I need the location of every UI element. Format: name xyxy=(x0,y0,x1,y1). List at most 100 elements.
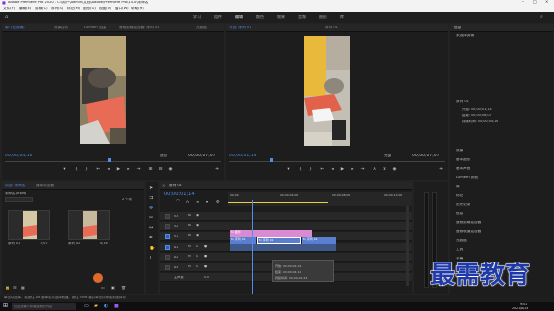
section-audio-track-mixer[interactable]: 音频轨道混合器 xyxy=(456,230,481,234)
section-captions[interactable]: 字幕 xyxy=(456,257,463,261)
track-target-toggle[interactable] xyxy=(165,265,170,270)
solo-button[interactable]: S xyxy=(196,255,198,258)
taskbar-search-box[interactable]: 在这里输入你要搜索的内容 xyxy=(12,303,76,310)
menu-edit[interactable]: 编辑(E) xyxy=(19,7,31,11)
section-essential-graphics[interactable]: 基本图形 xyxy=(456,158,470,162)
new-bin-icon[interactable]: ▭ xyxy=(101,286,105,290)
section-effects[interactable]: 效果 xyxy=(456,149,463,153)
lift-icon[interactable]: ⊼ xyxy=(372,167,377,172)
razor-tool-icon[interactable]: ✂ xyxy=(149,216,153,221)
task-view-icon[interactable]: ▭ xyxy=(84,304,89,309)
workspace-effects[interactable]: 效果 xyxy=(277,15,285,19)
program-export-frame-icon[interactable]: ◉ xyxy=(392,167,397,172)
menu-window[interactable]: 窗口(W) xyxy=(115,7,129,11)
icon-view-icon[interactable]: ▦ xyxy=(21,286,25,290)
program-playhead[interactable] xyxy=(270,158,273,162)
overwrite-icon[interactable]: ⊟ xyxy=(158,167,163,172)
mute-button[interactable]: M xyxy=(188,255,191,258)
mark-in-icon[interactable]: ▾ xyxy=(62,167,67,172)
selection-tool-icon[interactable]: ➤ xyxy=(149,186,153,191)
slip-tool-icon[interactable]: ↔ xyxy=(149,226,153,231)
program-step-forward-icon[interactable]: ▸ xyxy=(350,167,355,172)
ripple-edit-tool-icon[interactable]: ✥ xyxy=(149,206,153,211)
trash-icon[interactable]: 🗑 xyxy=(121,286,126,290)
hand-tool-icon[interactable]: ✋ xyxy=(149,246,155,251)
tab-media-browser[interactable]: 媒体浏览器 xyxy=(36,184,54,188)
go-to-in-icon[interactable]: ⇤ xyxy=(96,167,101,172)
program-add-button-icon[interactable]: + xyxy=(439,167,443,172)
section-lumetri-color[interactable]: Lumetri 颜色 xyxy=(456,176,478,180)
track-target-toggle[interactable] xyxy=(165,224,170,229)
timeline-scrollbar[interactable] xyxy=(406,206,409,286)
toggle-output-eye-icon[interactable]: ◉ xyxy=(196,214,199,218)
menu-clip[interactable]: 剪辑(C) xyxy=(35,7,48,11)
linked-selection-icon[interactable]: ∞ xyxy=(196,199,199,204)
solo-button[interactable]: S xyxy=(196,265,198,268)
program-mark-in-icon[interactable]: { xyxy=(298,167,303,172)
project-item-name[interactable]: 序列 01 xyxy=(8,242,20,245)
program-play-icon[interactable]: ▶ xyxy=(340,167,345,172)
solo-button[interactable]: S xyxy=(196,245,198,248)
go-to-out-icon[interactable]: ⇥ xyxy=(136,167,141,172)
workspace-learn[interactable]: 学习 xyxy=(193,15,201,19)
premiere-taskbar-icon[interactable]: ■ xyxy=(114,304,119,309)
step-back-icon[interactable]: ◂ xyxy=(106,167,111,172)
workspace-color[interactable]: 颜色 xyxy=(256,15,264,19)
tab-sequence[interactable]: 序列 01 xyxy=(325,26,338,30)
play-icon[interactable]: ▶ xyxy=(116,167,121,172)
clip-graphic[interactable]: fx 图形 xyxy=(230,230,312,237)
nest-icon[interactable]: ⌒ xyxy=(176,199,180,204)
workspace-libraries[interactable]: 库 xyxy=(340,15,344,19)
workspace-graphics[interactable]: 图形 xyxy=(319,15,327,19)
section-essential-sound[interactable]: 基本声音 xyxy=(456,167,470,171)
add-marker-icon[interactable]: ▾ xyxy=(286,167,291,172)
voice-over-icon[interactable]: ● xyxy=(204,245,207,249)
extract-icon[interactable]: ⊻ xyxy=(382,167,387,172)
file-explorer-icon[interactable]: ▰ xyxy=(94,304,98,309)
source-playhead[interactable] xyxy=(108,158,111,162)
section-audio-clip-mixer[interactable]: 音频剪辑混合器 xyxy=(456,221,481,225)
wrench-icon[interactable]: ⚙ xyxy=(216,199,220,204)
tab-project[interactable]: 项目: 未命名 xyxy=(5,184,25,188)
export-frame-icon[interactable]: ◉ xyxy=(168,167,173,172)
program-fit-dropdown[interactable]: 完整 xyxy=(384,154,391,158)
voice-over-icon[interactable]: ● xyxy=(204,265,207,269)
project-search-input[interactable] xyxy=(5,197,33,202)
timeline-ruler[interactable]: 00;00 00;00;04;00 00;00;08;00 00;00;12;0… xyxy=(228,192,412,206)
home-icon[interactable]: ⌂ xyxy=(5,15,8,20)
section-metadata[interactable]: 元数据 xyxy=(456,239,467,243)
track-target-toggle[interactable] xyxy=(165,245,170,250)
workspace-editing[interactable]: 编辑 xyxy=(235,15,243,19)
snap-icon[interactable]: ∩ xyxy=(186,199,189,204)
mute-button[interactable]: M xyxy=(188,265,191,268)
tab-audio-clip-mixer[interactable]: 音频剪辑混合器: 序列 01 xyxy=(119,26,187,30)
project-thumbnail[interactable] xyxy=(68,210,110,240)
maximize-icon[interactable]: □ xyxy=(533,0,537,4)
tab-effect-controls[interactable]: 效果控件 xyxy=(54,26,68,30)
tab-lumetri-scopes[interactable]: Lumetri 范围 xyxy=(84,26,106,30)
section-info[interactable]: 信息 xyxy=(456,212,463,216)
add-marker-timeline-icon[interactable]: ▾ xyxy=(206,199,208,204)
menu-help[interactable]: 帮助(H) xyxy=(131,7,144,11)
close-tab-icon[interactable]: × xyxy=(162,184,165,188)
type-tool-icon[interactable]: T xyxy=(149,256,152,261)
list-view-icon[interactable]: ☰ xyxy=(13,286,17,290)
close-icon[interactable]: × xyxy=(545,0,548,4)
project-thumbnail[interactable] xyxy=(8,210,50,240)
track-select-tool-icon[interactable]: ⇉ xyxy=(149,196,153,201)
mark-in-point-icon[interactable]: { xyxy=(74,167,79,172)
new-item-icon[interactable]: ▣ xyxy=(111,286,115,290)
lock-icon[interactable]: 🔒 xyxy=(5,286,10,290)
workspace-audio[interactable]: 音频 xyxy=(298,15,306,19)
source-time-ruler[interactable] xyxy=(5,161,221,162)
program-time-ruler[interactable] xyxy=(229,161,445,162)
floating-widget-icon[interactable] xyxy=(93,273,103,283)
tab-sequence-01[interactable]: 序列 01 xyxy=(169,184,182,188)
toggle-sync-lock-icon[interactable]: ⇋ xyxy=(188,224,191,228)
menu-graphics[interactable]: 图形(G) xyxy=(83,7,96,11)
tab-source[interactable]: 源: (无剪辑) xyxy=(5,26,25,30)
info-panel-title[interactable]: 信息 xyxy=(454,26,461,30)
project-item-name[interactable]: 序列 02 xyxy=(68,242,80,245)
step-forward-icon[interactable]: ▸ xyxy=(126,167,131,172)
edge-browser-icon[interactable]: ◐ xyxy=(104,304,108,309)
